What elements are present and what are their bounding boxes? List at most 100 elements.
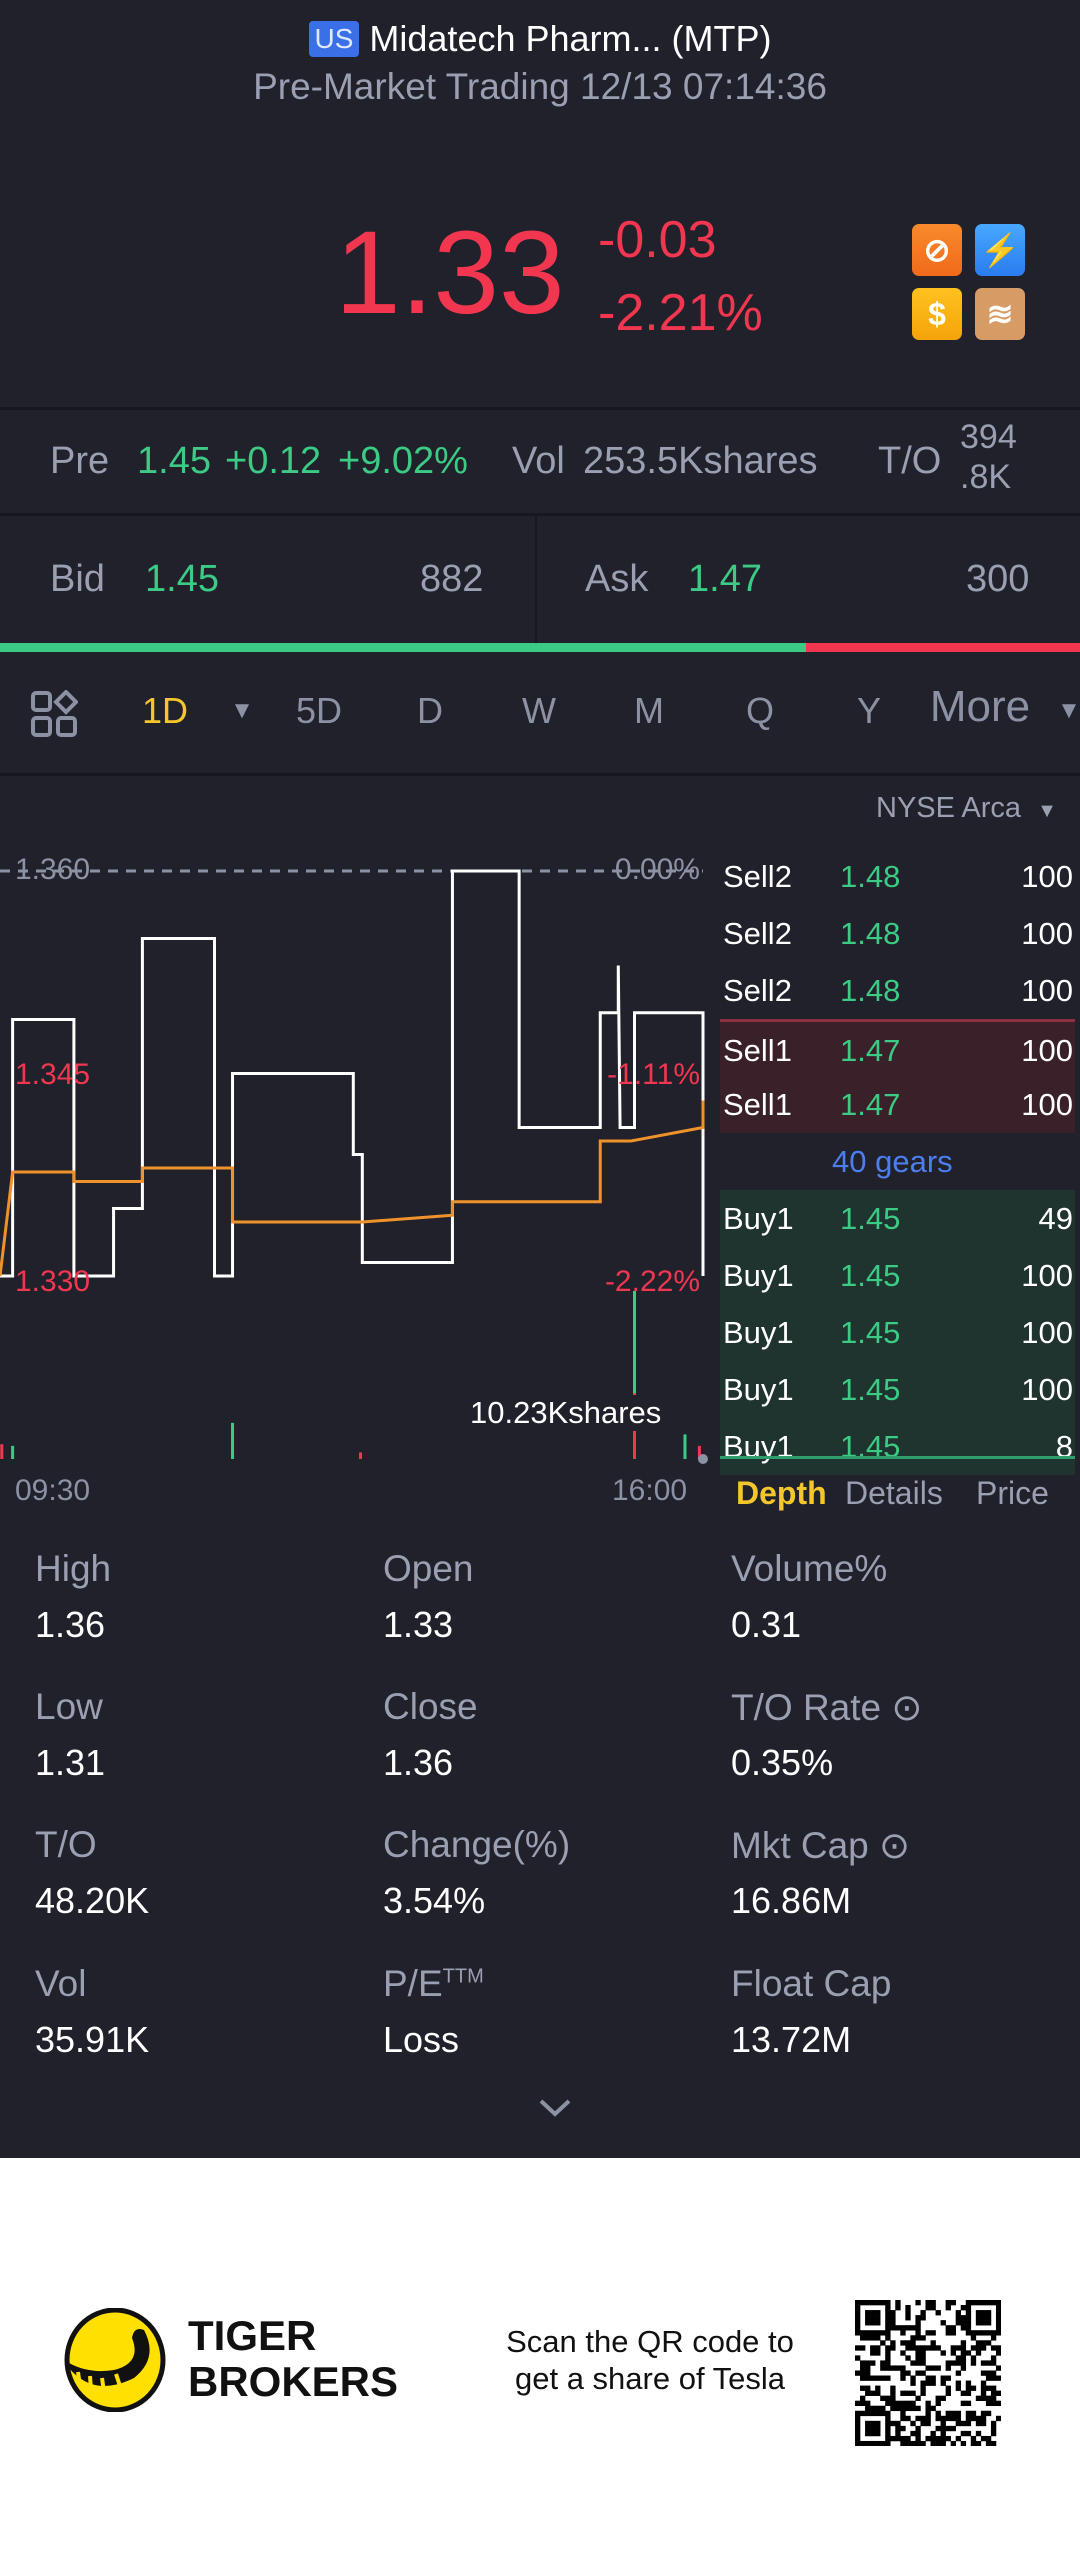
qr-module <box>915 2315 921 2321</box>
qr-module <box>865 2320 871 2326</box>
depth-price: 1.45 <box>840 1429 901 1464</box>
qr-module <box>930 2300 936 2306</box>
qr-module <box>950 2410 956 2417</box>
to-label: T/O <box>878 440 942 482</box>
expand-chevron-icon[interactable] <box>538 2098 572 2123</box>
lightning-level1-icon[interactable]: ⚡ <box>975 224 1025 276</box>
qr-module <box>935 2425 941 2432</box>
qr-module <box>930 2365 936 2371</box>
qr-module <box>970 2335 977 2341</box>
qr-module <box>905 2340 911 2346</box>
qr-module <box>920 2335 926 2341</box>
qr-module <box>985 2330 992 2336</box>
dollar-icon[interactable]: $ <box>912 288 962 340</box>
qr-module <box>875 2345 881 2351</box>
tiger-logo <box>64 2307 166 2417</box>
qr-module <box>875 2300 881 2306</box>
qr-module <box>995 2320 1001 2326</box>
qr-module <box>900 2325 906 2331</box>
qr-module <box>975 2395 982 2401</box>
qr-module <box>960 2440 967 2446</box>
depth-row-sell2: Sell2 1.48 100 <box>720 905 1075 962</box>
qr-module <box>940 2395 946 2401</box>
tab-q[interactable]: Q <box>746 690 774 732</box>
stat-label: P/ETTM <box>383 1963 484 2005</box>
qr-module <box>970 2330 977 2336</box>
qr-module <box>865 2420 871 2427</box>
info-icon[interactable]: ⊙ <box>881 1687 922 1728</box>
layers-a-icon[interactable]: ≋ <box>975 288 1025 340</box>
qr-module <box>935 2365 941 2371</box>
last-point-marker <box>698 1454 708 1464</box>
qr-module <box>980 2360 987 2366</box>
qr-module <box>925 2400 931 2407</box>
tab-details[interactable]: Details <box>845 1475 943 1512</box>
qr-module <box>875 2410 881 2417</box>
qr-module <box>860 2330 866 2336</box>
more-chevron-down-icon[interactable]: ▼ <box>1057 697 1080 725</box>
tab-y[interactable]: Y <box>857 690 881 732</box>
qr-module <box>870 2335 876 2341</box>
depth-price: 1.48 <box>840 973 901 1008</box>
qr-module <box>875 2405 881 2412</box>
depth-size: 100 <box>1021 1033 1073 1068</box>
qr-module <box>965 2410 972 2417</box>
qr-module <box>875 2330 881 2336</box>
qr-module <box>965 2350 972 2356</box>
qr-module <box>925 2415 931 2422</box>
qr-module <box>885 2325 891 2331</box>
stat-value: 1.33 <box>383 1604 454 1645</box>
qr-module <box>890 2390 896 2396</box>
qr-module <box>885 2345 891 2351</box>
qr-module <box>870 2425 876 2432</box>
tab-depth[interactable]: Depth <box>736 1475 827 1512</box>
stat-label: Change(%) <box>383 1824 570 1866</box>
gears-label[interactable]: 40 gears <box>832 1133 953 1190</box>
qr-module <box>920 2385 926 2391</box>
qr-module <box>980 2340 987 2346</box>
qr-module <box>915 2405 921 2412</box>
qr-module <box>905 2345 911 2351</box>
qr-module <box>865 2405 871 2412</box>
depth-price: 1.48 <box>840 916 901 951</box>
stat-label-text: Change(%) <box>383 1824 571 1865</box>
depth-row-sell2: Sell2 1.48 100 <box>720 962 1075 1019</box>
qr-module <box>860 2410 866 2417</box>
qr-module <box>955 2370 962 2376</box>
qr-module <box>965 2420 972 2427</box>
qr-module <box>990 2360 997 2366</box>
qr-module <box>945 2330 951 2336</box>
exchange-selector[interactable]: NYSE Arca ▼ <box>876 792 1057 825</box>
qr-module <box>900 2425 906 2432</box>
qr-module <box>955 2320 962 2326</box>
stat-value: 35.91K <box>35 2019 150 2060</box>
tab-more[interactable]: More <box>930 682 1030 732</box>
qr-module <box>930 2435 936 2442</box>
intraday-chart[interactable] <box>0 0 710 1520</box>
qr-module <box>985 2340 992 2346</box>
no-short-icon[interactable]: ⊘ <box>912 224 962 276</box>
qr-module <box>910 2360 916 2366</box>
qr-module <box>880 2330 886 2336</box>
info-icon[interactable]: ⊙ <box>869 1825 910 1866</box>
qr-module <box>905 2390 911 2396</box>
depth-row-buy1: Buy1 1.45 8 <box>720 1418 1075 1475</box>
qr-module <box>885 2310 891 2316</box>
qr-module <box>920 2345 926 2351</box>
qr-module <box>980 2385 987 2391</box>
qr-module <box>975 2340 982 2346</box>
depth-size: 100 <box>1021 1258 1073 1293</box>
qr-module <box>865 2410 871 2417</box>
qr-module <box>980 2435 987 2442</box>
qr-module <box>910 2390 916 2396</box>
qr-module <box>995 2390 1001 2396</box>
qr-module <box>875 2315 881 2321</box>
qr-module <box>925 2435 931 2442</box>
qr-module <box>995 2375 1001 2381</box>
depth-side: Sell1 <box>723 1087 792 1122</box>
qr-module <box>975 2420 982 2427</box>
qr-module <box>885 2350 891 2356</box>
qr-module <box>885 2420 891 2427</box>
tab-price[interactable]: Price <box>976 1475 1049 1512</box>
volume-bar <box>11 1445 15 1459</box>
